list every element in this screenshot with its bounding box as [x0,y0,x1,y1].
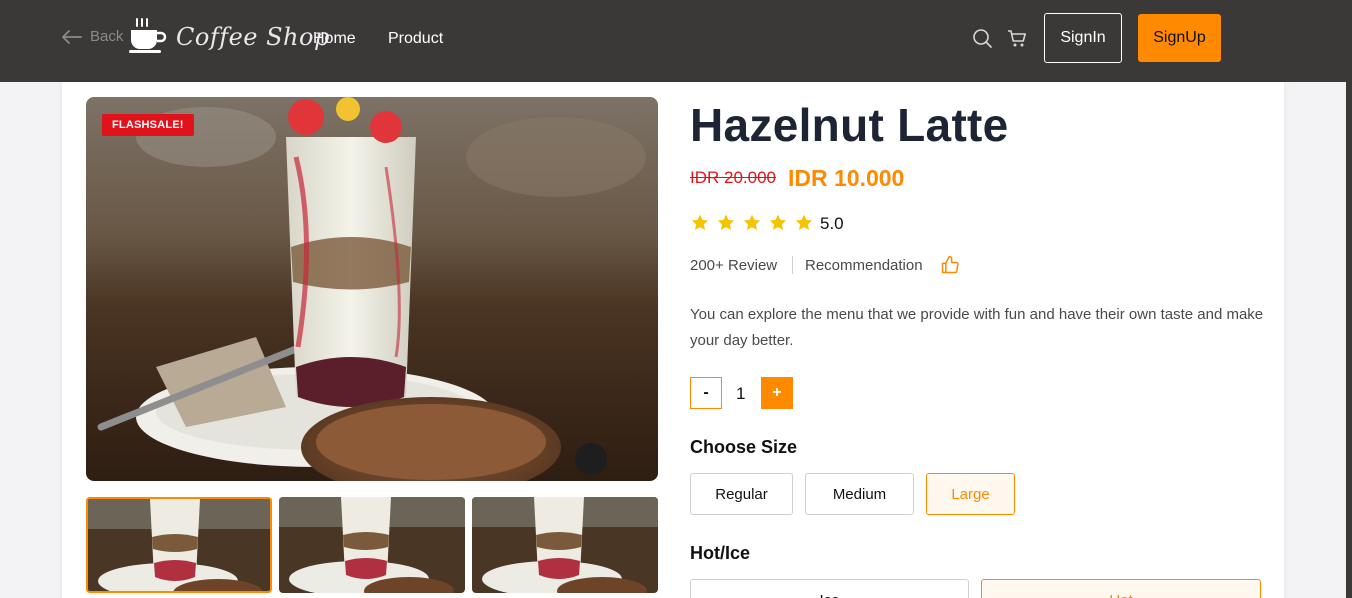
search-icon[interactable] [972,28,992,48]
star-icon [795,214,813,230]
nav-link-home[interactable]: Home [313,30,356,48]
thumbnail-2[interactable] [279,497,465,593]
logo-text: Coffee Shop [176,23,330,51]
product-title: Hazelnut Latte [690,99,1009,151]
thumbnail-3[interactable] [472,497,658,593]
arrow-left-icon [62,29,82,44]
cart-icon[interactable] [1007,28,1027,48]
hot-ice-title: Hot/Ice [690,543,751,563]
divider [792,256,793,274]
star-icon [717,214,735,230]
choose-size-title: Choose Size [690,437,798,457]
size-option-medium[interactable]: Medium [805,473,914,515]
old-price: IDR 20.000 [690,168,776,187]
quantity-value: 1 [736,384,746,403]
star-icon [743,214,761,230]
star-icon [769,214,787,230]
new-price: IDR 10.000 [788,165,905,191]
coffee-cup-icon [129,18,167,53]
navbar: Back Coffee Shop Home Product SignIn Sig… [0,0,1352,82]
product-main-image [86,97,658,481]
rating-value: 5.0 [820,214,844,233]
logo[interactable]: Coffee Shop [128,16,330,54]
signin-button[interactable]: SignIn [1044,13,1122,63]
temperature-option-hot[interactable]: Hot [981,579,1261,598]
thumbnail-1[interactable] [86,497,272,593]
quantity-increase-button[interactable]: + [761,377,793,409]
star-rating [690,213,814,233]
product-description: You can explore the menu that we provide… [690,306,1264,349]
back-link[interactable]: Back [62,28,123,45]
size-option-regular[interactable]: Regular [690,473,793,515]
review-count: 200+ Review [690,257,778,274]
recommendation-label: Recommendation [805,257,923,274]
quantity-decrease-button[interactable]: - [690,377,722,409]
back-label: Back [90,28,124,45]
temperature-option-ice[interactable]: Ice [690,579,969,598]
flashsale-badge: FLASHSALE! [102,114,194,136]
nav-link-product[interactable]: Product [388,30,443,48]
scrollbar[interactable] [1346,0,1352,598]
size-option-large[interactable]: Large [926,473,1015,515]
thumbs-up-icon[interactable] [940,255,960,275]
star-icon [691,214,709,230]
signup-button[interactable]: SignUp [1138,14,1221,62]
